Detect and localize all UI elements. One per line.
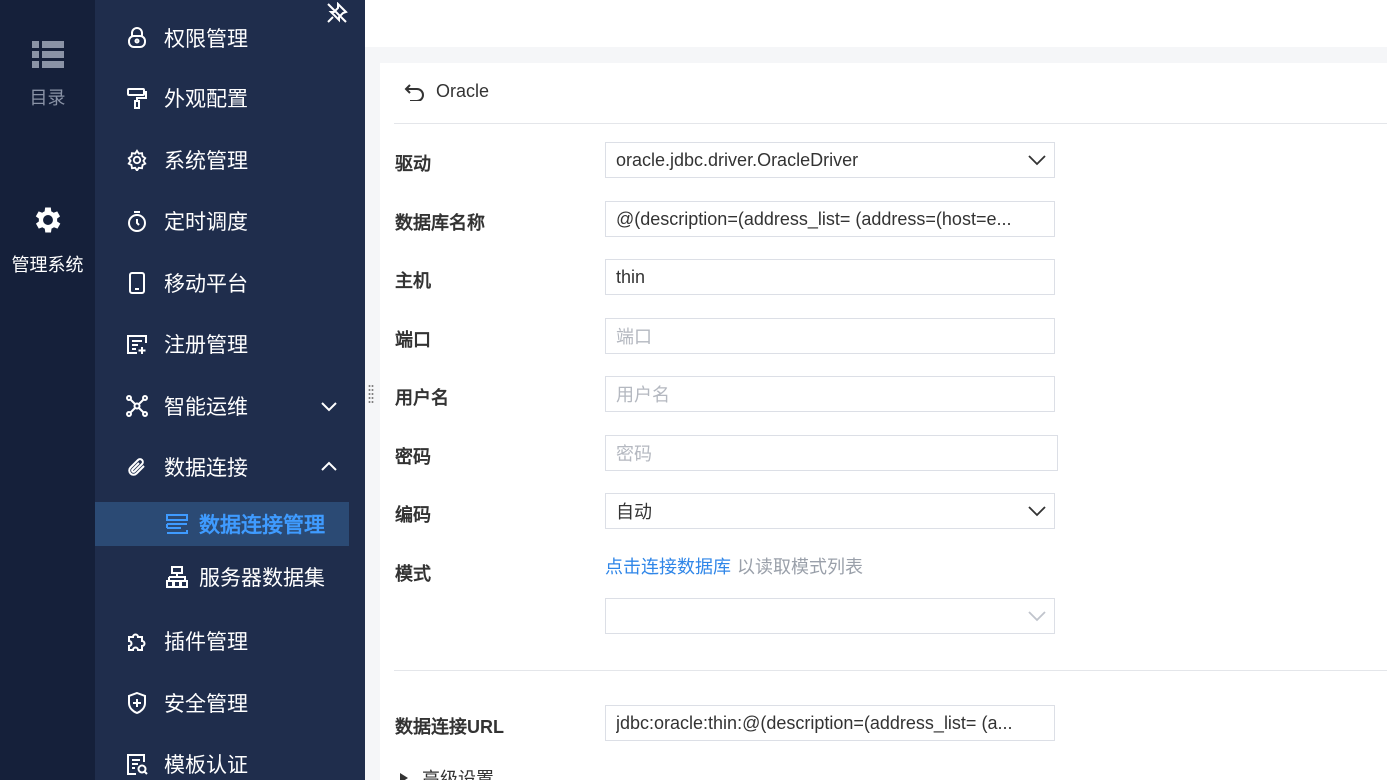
sidebar-item-label: 服务器数据集 (199, 567, 325, 590)
sidebar-item-system[interactable]: 系统管理 (95, 138, 349, 182)
schema-connect-line: 点击连接数据库 以读取模式列表 (605, 553, 863, 579)
sidebar-item-label: 数据连接 (164, 457, 248, 480)
paint-roller-icon (127, 88, 147, 109)
back-button[interactable]: Oracle (404, 81, 489, 102)
schema-select[interactable] (605, 598, 1055, 634)
port-placeholder: 端口 (616, 327, 652, 347)
resize-handle-icon[interactable] (368, 384, 374, 406)
sidebar-item-label: 注册管理 (164, 334, 248, 357)
stopwatch-icon (128, 211, 146, 232)
sidebar-item-registration[interactable]: 注册管理 (95, 322, 349, 366)
url-input[interactable]: jdbc:oracle:thin:@(description=(address_… (605, 705, 1055, 741)
top-bar (365, 0, 1387, 47)
connect-database-link[interactable]: 点击连接数据库 (605, 557, 731, 577)
sidebar-item-appearance[interactable]: 外观配置 (95, 76, 349, 120)
password-placeholder: 密码 (616, 444, 652, 464)
sidebar-item-plugins[interactable]: 插件管理 (95, 619, 349, 663)
divider (394, 670, 1387, 671)
password-input[interactable]: 密码 (605, 435, 1058, 471)
username-input[interactable]: 用户名 (605, 376, 1055, 412)
sidebar-item-data-connection-management[interactable]: 数据连接管理 (95, 502, 349, 546)
app-rail: 目录 管理系统 (0, 0, 95, 780)
rail-catalog[interactable]: 目录 (0, 40, 95, 110)
back-label: Oracle (436, 81, 490, 101)
port-input[interactable]: 端口 (605, 318, 1055, 354)
sidebar-item-label: 系统管理 (164, 150, 248, 173)
host-input[interactable]: thin (605, 259, 1055, 295)
chevron-down-icon (1028, 155, 1046, 166)
sidebar-item-template-certification[interactable]: 模板认证 (95, 742, 349, 780)
port-label: 端口 (395, 330, 431, 350)
driver-select[interactable]: oracle.jdbc.driver.OracleDriver (605, 142, 1055, 178)
sidebar-item-label: 外观配置 (164, 88, 248, 111)
sidebar-item-permissions[interactable]: 权限管理 (95, 16, 349, 60)
sidebar-item-ops[interactable]: 智能运维 (95, 384, 349, 428)
sidebar-item-label: 安全管理 (164, 693, 248, 716)
sidebar-item-data-connection[interactable]: 数据连接 (95, 445, 349, 489)
username-placeholder: 用户名 (616, 385, 670, 405)
url-label: 数据连接URL (395, 717, 504, 737)
advanced-settings-toggle[interactable]: 高级设置 (400, 765, 494, 780)
lock-icon (128, 27, 146, 48)
sidebar-item-label: 权限管理 (164, 28, 248, 51)
register-icon (127, 335, 147, 354)
sidebar-item-label: 移动平台 (164, 273, 248, 296)
driver-value: oracle.jdbc.driver.OracleDriver (616, 149, 859, 170)
sidebar-item-mobile[interactable]: 移动平台 (95, 261, 349, 305)
advanced-settings-label: 高级设置 (422, 769, 494, 780)
network-icon (126, 395, 148, 417)
encoding-select[interactable]: 自动 (605, 493, 1055, 529)
schema-hint: 以读取模式列表 (737, 557, 863, 577)
rail-admin-system[interactable]: 管理系统 (0, 203, 95, 277)
list-icon (31, 41, 64, 68)
chevron-down-icon (321, 402, 337, 412)
sidebar-item-label: 智能运维 (164, 396, 248, 419)
schema-label: 模式 (395, 564, 431, 584)
sidebar-item-label: 数据连接管理 (199, 514, 325, 537)
host-value: thin (616, 266, 646, 287)
host-label: 主机 (395, 271, 431, 291)
gear-icon (35, 207, 60, 233)
driver-label: 驱动 (395, 154, 431, 174)
rail-admin-label: 管理系统 (11, 255, 84, 275)
database-icon (166, 514, 188, 534)
sidebar-menu: 权限管理 外观配置 系统管理 定时调度 移动平台 注册管理 智能运维 数据连接 … (95, 0, 365, 780)
connection-form-card: Oracle 驱动 oracle.jdbc.driver.OracleDrive… (380, 63, 1387, 780)
sidebar-item-server-dataset[interactable]: 服务器数据集 (95, 555, 349, 599)
chevron-down-icon (1028, 611, 1046, 622)
password-label: 密码 (395, 447, 431, 467)
username-label: 用户名 (395, 388, 449, 408)
sidebar-item-label: 插件管理 (164, 631, 248, 654)
paperclip-icon (128, 458, 145, 476)
sidebar-item-scheduler[interactable]: 定时调度 (95, 199, 349, 243)
chevron-up-icon (321, 461, 337, 471)
gear-icon (127, 149, 147, 171)
caret-right-icon (400, 773, 408, 780)
chevron-down-icon (1028, 506, 1046, 517)
puzzle-icon (128, 633, 146, 651)
tablet-icon (129, 272, 145, 294)
sidebar-item-label: 模板认证 (164, 754, 248, 777)
encoding-label: 编码 (395, 505, 431, 525)
dbname-value: @(description=(address_list= (address=(h… (616, 208, 1012, 229)
divider (394, 123, 1387, 124)
undo-arrow-icon (404, 83, 424, 101)
encoding-value: 自动 (616, 502, 652, 522)
server-dataset-icon (166, 566, 188, 588)
template-cert-icon (127, 754, 148, 775)
sidebar-item-label: 定时调度 (164, 211, 248, 234)
sidebar-item-security[interactable]: 安全管理 (95, 681, 349, 725)
shield-icon (128, 692, 146, 714)
url-value: jdbc:oracle:thin:@(description=(address_… (616, 712, 1013, 733)
dbname-label: 数据库名称 (395, 213, 485, 233)
rail-catalog-label: 目录 (29, 88, 66, 108)
dbname-input[interactable]: @(description=(address_list= (address=(h… (605, 201, 1055, 237)
